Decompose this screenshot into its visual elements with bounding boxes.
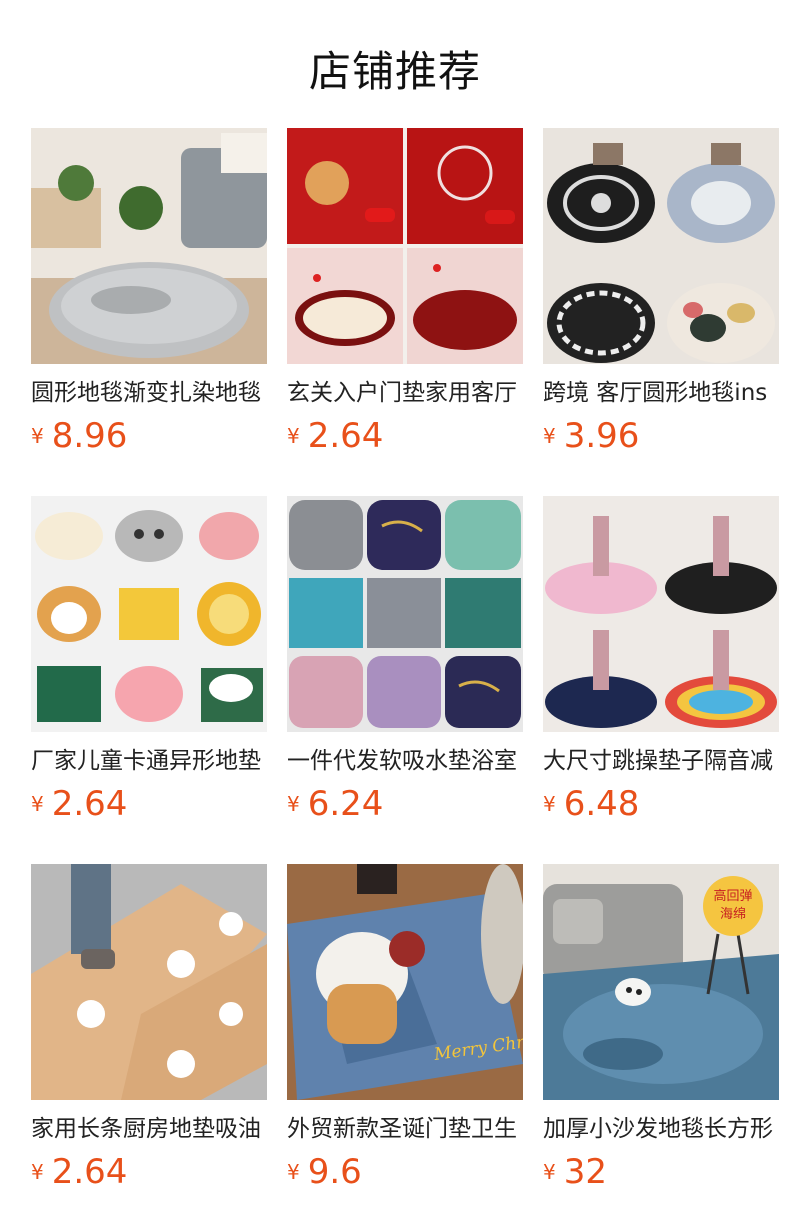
price-value: 6.48: [563, 784, 640, 824]
product-card[interactable]: 一件代发软吸水垫浴室 ¥6.24: [287, 496, 523, 824]
product-name[interactable]: 圆形地毯渐变扎染地毯: [31, 378, 267, 408]
currency-symbol: ¥: [287, 424, 300, 448]
currency-symbol: ¥: [543, 424, 556, 448]
price-value: 9.6: [307, 1152, 362, 1192]
product-price: ¥8.96: [31, 416, 127, 456]
product-image-red-wedding-door-mats[interactable]: [287, 128, 523, 364]
product-image-round-grey-shag-rug[interactable]: [31, 128, 267, 364]
currency-symbol: ¥: [31, 424, 44, 448]
product-image-cat-paw-kitchen-mats[interactable]: [31, 864, 267, 1100]
product-name[interactable]: 家用长条厨房地垫吸油: [31, 1114, 267, 1144]
product-card[interactable]: 圆形地毯渐变扎染地毯 ¥8.96: [31, 128, 267, 456]
product-image-blue-shag-rug[interactable]: 高回弹 海绵: [543, 864, 779, 1100]
product-price: ¥2.64: [31, 784, 127, 824]
product-card[interactable]: 厂家儿童卡通异形地垫 ¥2.64: [31, 496, 267, 824]
product-name[interactable]: 加厚小沙发地毯长方形: [543, 1114, 779, 1144]
product-name[interactable]: 跨境 客厅圆形地毯ins: [543, 378, 779, 408]
product-name[interactable]: 玄关入户门垫家用客厅: [287, 378, 523, 408]
price-value: 8.96: [51, 416, 128, 456]
price-value: 2.64: [51, 784, 128, 824]
currency-symbol: ¥: [287, 1160, 300, 1184]
product-price: ¥6.48: [543, 784, 639, 824]
product-price: ¥2.64: [31, 1152, 127, 1192]
product-card[interactable]: 高回弹 海绵 加厚小沙发地毯长方形 ¥32: [543, 864, 779, 1192]
product-price: ¥32: [543, 1152, 607, 1192]
badge-line-2: 海绵: [720, 907, 746, 922]
product-price: ¥6.24: [287, 784, 383, 824]
product-card[interactable]: 大尺寸跳操垫子隔音减 ¥6.48: [543, 496, 779, 824]
currency-symbol: ¥: [31, 1160, 44, 1184]
price-value: 32: [563, 1152, 607, 1192]
price-value: 2.64: [307, 416, 384, 456]
product-image-round-pattern-rugs[interactable]: [543, 128, 779, 364]
product-image-round-jump-mats[interactable]: [543, 496, 779, 732]
price-value: 6.24: [307, 784, 384, 824]
product-name[interactable]: 一件代发软吸水垫浴室: [287, 746, 523, 776]
badge-line-1: 高回弹: [713, 888, 752, 904]
product-price: ¥2.64: [287, 416, 383, 456]
currency-symbol: ¥: [287, 792, 300, 816]
product-card[interactable]: Merry Christmas 外贸新款圣诞门垫卫生 ¥9.6: [287, 864, 523, 1192]
price-value: 3.96: [563, 416, 640, 456]
product-name[interactable]: 大尺寸跳操垫子隔音减: [543, 746, 779, 776]
currency-symbol: ¥: [543, 792, 556, 816]
product-image-marble-bath-mats[interactable]: [287, 496, 523, 732]
product-card[interactable]: 玄关入户门垫家用客厅 ¥2.64: [287, 128, 523, 456]
product-price: ¥9.6: [287, 1152, 362, 1192]
product-image-christmas-door-mat[interactable]: Merry Christmas: [287, 864, 523, 1100]
section-title: 店铺推荐: [308, 47, 481, 96]
product-name[interactable]: 厂家儿童卡通异形地垫: [31, 746, 267, 776]
product-card[interactable]: 家用长条厨房地垫吸油 ¥2.64: [31, 864, 267, 1192]
product-name[interactable]: 外贸新款圣诞门垫卫生: [287, 1114, 523, 1144]
product-price: ¥3.96: [543, 416, 639, 456]
currency-symbol: ¥: [543, 1160, 556, 1184]
product-image-cartoon-animal-mats[interactable]: [31, 496, 267, 732]
currency-symbol: ¥: [31, 792, 44, 816]
price-value: 2.64: [51, 1152, 128, 1192]
product-card[interactable]: 跨境 客厅圆形地毯ins ¥3.96: [543, 128, 779, 456]
